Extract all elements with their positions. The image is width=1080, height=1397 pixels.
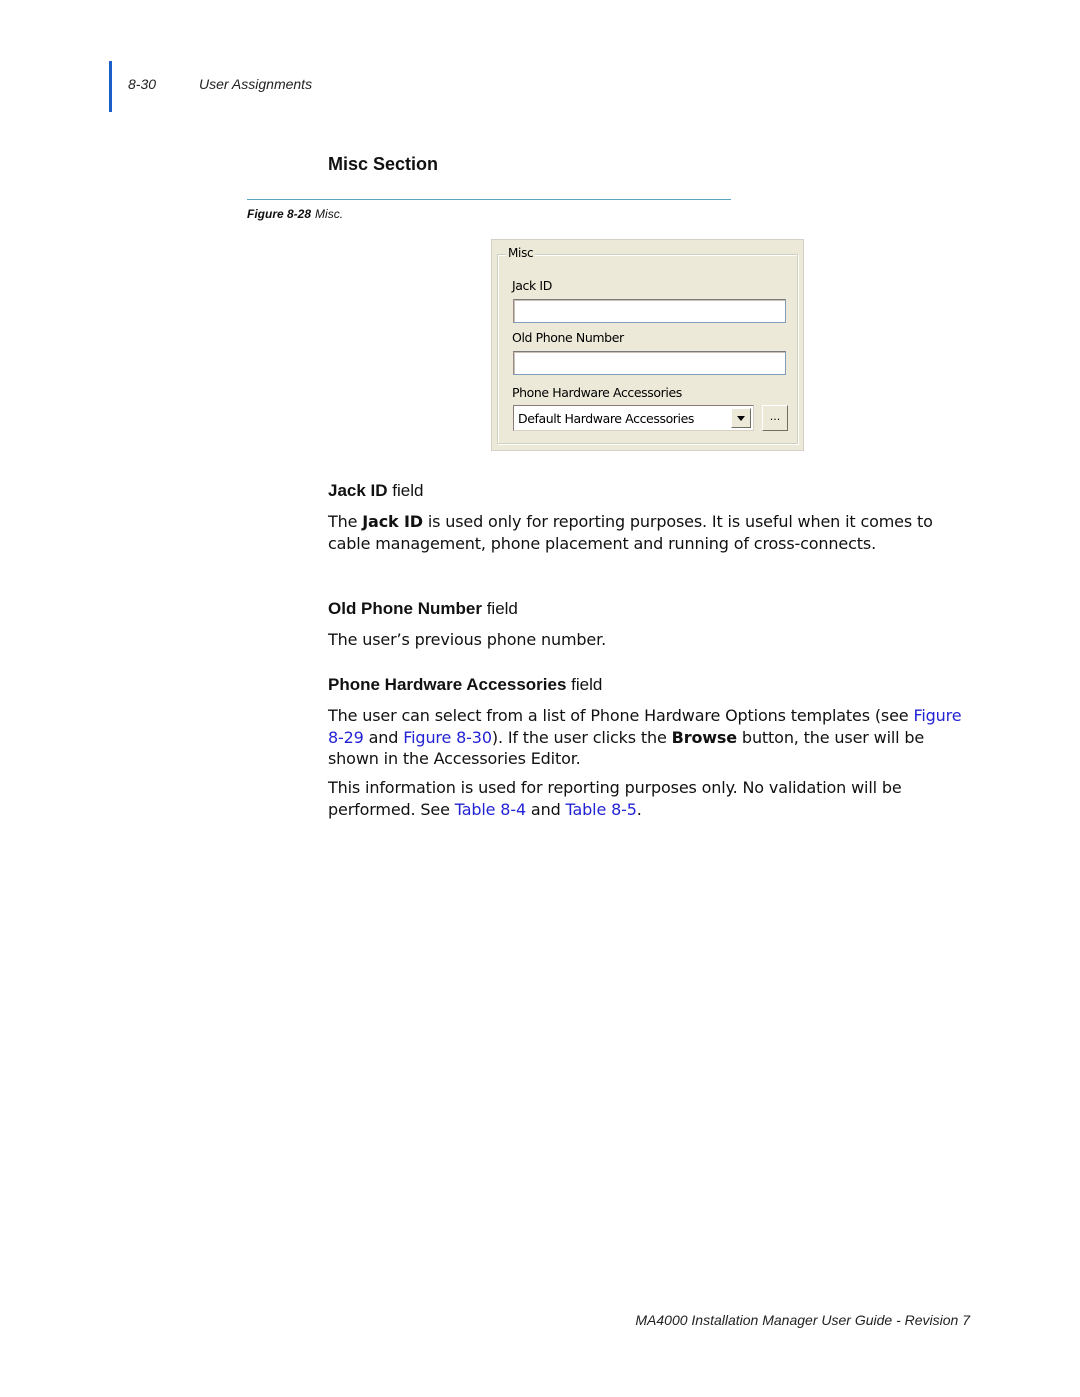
figure-label: Figure 8-28 [247,207,312,221]
jack-id-heading-rest: field [387,481,424,500]
accessories-note: This information is used for reporting p… [328,777,978,820]
bold-term: Browse [671,727,737,747]
figure-caption: Figure 8-28 Misc. [247,207,343,221]
accessories-heading-bold: Phone Hardware Accessories [328,675,567,694]
text: . [636,799,642,819]
text: and [526,799,566,819]
phone-hardware-accessories-dropdown[interactable]: Default Hardware Accessories [513,405,754,431]
dropdown-toggle-button[interactable] [731,408,751,428]
browse-button[interactable]: ... [762,405,788,431]
misc-panel: Misc Jack ID Old Phone Number Phone Hard… [491,239,804,451]
accessories-heading: Phone Hardware Accessories field [328,675,602,695]
old-phone-heading-rest: field [481,599,518,618]
text: The user can select from a list of Phone… [328,706,914,725]
jack-id-description: The Jack ID is used only for reporting p… [328,511,978,554]
old-phone-heading-bold: Old Phone Number [328,599,482,618]
bold-term: Jack ID [362,512,423,531]
jack-id-label: Jack ID [512,278,552,293]
jack-id-heading: Jack ID field [328,481,423,501]
figure-name: Misc. [315,207,344,221]
old-phone-number-input[interactable] [513,351,786,375]
old-phone-number-label: Old Phone Number [512,330,624,345]
page-footer: MA4000 Installation Manager User Guide -… [635,1312,970,1328]
section-title: Misc Section [328,154,439,174]
text: The [328,512,363,531]
chapter-title: User Assignments [199,76,313,92]
dropdown-selected-value: Default Hardware Accessories [518,411,695,426]
jack-id-heading-bold: Jack ID [328,481,388,500]
chevron-down-icon [737,416,745,421]
jack-id-input[interactable] [513,299,786,323]
misc-group-title: Misc [506,246,536,260]
old-phone-number-heading: Old Phone Number field [328,599,518,619]
link-table-8-5[interactable]: Table 8-5 [566,800,637,819]
figure-divider [247,199,731,200]
page-number: 8-30 [128,76,157,92]
text: ). If the user clicks the [491,727,672,747]
accessories-description: The user can select from a list of Phone… [328,705,978,770]
header-accent-bar [109,61,112,112]
text: and [363,727,404,747]
phone-hardware-accessories-label: Phone Hardware Accessories [512,385,682,400]
accessories-heading-rest: field [566,675,603,694]
old-phone-number-description: The user’s previous phone number. [328,630,607,649]
link-table-8-4[interactable]: Table 8-4 [455,800,526,819]
link-figure-8-30[interactable]: Figure 8-30 [403,728,492,747]
